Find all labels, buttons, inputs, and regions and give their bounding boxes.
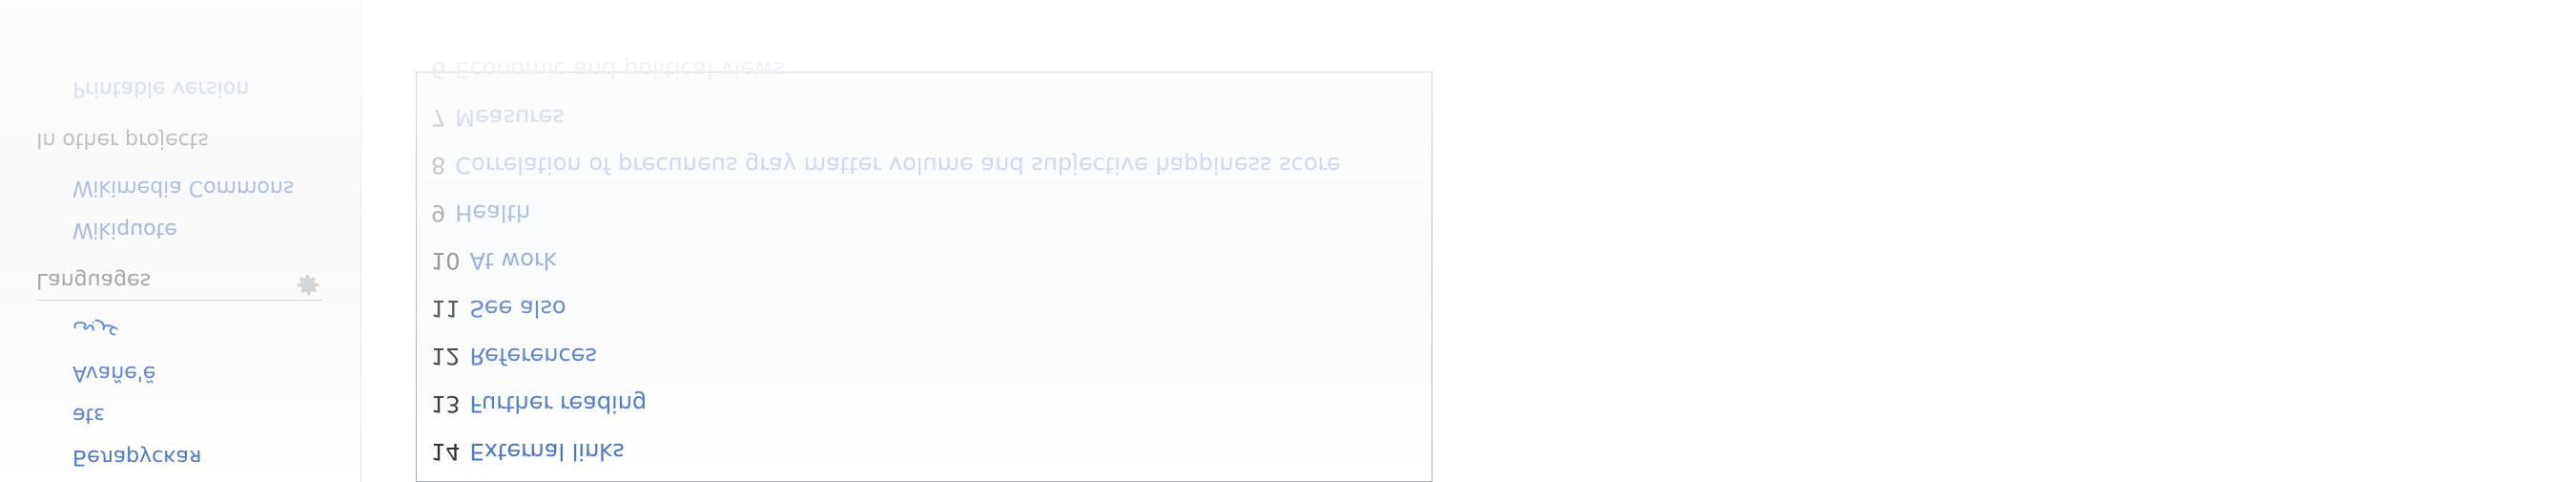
toc-label: Further reading bbox=[469, 390, 648, 417]
toc-item[interactable]: 9 Health bbox=[431, 199, 530, 226]
portal-other-projects: In other projects bbox=[36, 128, 351, 152]
toc-number: 10 bbox=[431, 247, 461, 274]
toc-number: 14 bbox=[431, 438, 461, 465]
toc-item[interactable]: 13 Further reading bbox=[431, 390, 647, 417]
table-of-contents bbox=[416, 72, 1432, 482]
portal-heading-other-projects: In other projects bbox=[36, 128, 209, 152]
toc-item[interactable]: 8 Correlation of precuneus gray matter vo… bbox=[431, 152, 1341, 178]
toc-label: See also bbox=[469, 295, 567, 322]
toc-label: Correlation of precuneus gray matter vol… bbox=[455, 152, 1341, 178]
sidebar-lang-2[interactable]: Avañe'ẽ bbox=[72, 361, 155, 385]
portal-divider bbox=[36, 300, 322, 301]
toc-number: 13 bbox=[431, 390, 461, 417]
toc-number: 6 bbox=[431, 56, 446, 83]
toc-item[interactable]: 10 At work bbox=[431, 247, 557, 274]
toc-label: Health bbox=[455, 199, 531, 226]
toc-number: 9 bbox=[431, 199, 446, 226]
toc-item[interactable]: 12 References bbox=[431, 343, 597, 369]
toc-item[interactable]: 6 Economic and political views bbox=[431, 56, 785, 83]
sidebar-link-wikimedia-commons[interactable]: Wikimedia Commons bbox=[72, 176, 294, 199]
toc-label: Measures bbox=[455, 104, 565, 131]
toc-label: Economic and political views bbox=[455, 56, 786, 83]
toc-label: References bbox=[469, 343, 597, 369]
toc-item[interactable]: 7 Measures bbox=[431, 104, 565, 131]
sidebar-link-wikiquote[interactable]: Wikiquote bbox=[72, 218, 177, 241]
toc-item[interactable]: 11 See also bbox=[431, 295, 567, 322]
gear-icon[interactable] bbox=[294, 270, 322, 299]
toc-label: At work bbox=[469, 247, 557, 274]
sidebar: Printable version In other projects Wiki… bbox=[0, 0, 361, 482]
toc-number: 12 bbox=[431, 343, 461, 369]
sidebar-lang-1[interactable]: عربی bbox=[72, 319, 120, 343]
toc-number: 8 bbox=[431, 152, 446, 178]
sidebar-lang-3[interactable]: ətɛ bbox=[72, 403, 105, 427]
toc-number: 11 bbox=[431, 295, 461, 322]
sidebar-link-printable-version[interactable]: Printable version bbox=[72, 76, 249, 100]
toc-number: 7 bbox=[431, 104, 446, 131]
sidebar-lang-4[interactable]: Беларуская bbox=[72, 445, 201, 469]
toc-label: External links bbox=[469, 438, 625, 465]
flipped-screenshot: Printable version In other projects Wiki… bbox=[0, 0, 2576, 482]
toc-item[interactable]: 14 External links bbox=[431, 438, 625, 465]
